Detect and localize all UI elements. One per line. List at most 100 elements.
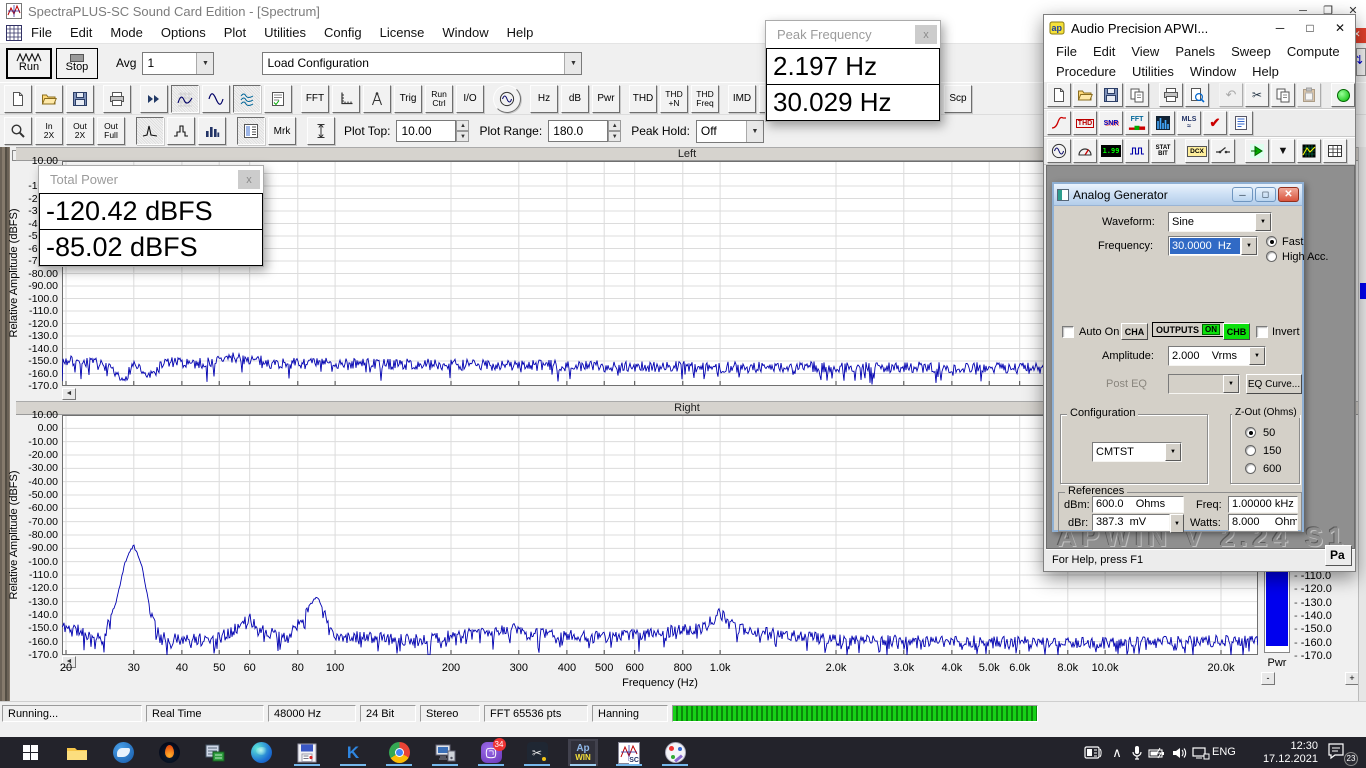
apwin-menu-file[interactable]: File: [1048, 43, 1085, 60]
taskbar-file-explorer[interactable]: [62, 739, 92, 766]
meter-zoom-out-button[interactable]: -: [1261, 672, 1275, 685]
z-out-150-radio[interactable]: [1245, 445, 1256, 456]
total-power-titlebar[interactable]: Total Power x: [39, 166, 263, 193]
close-button[interactable]: ✕: [1325, 16, 1355, 40]
close-icon[interactable]: x: [915, 25, 937, 44]
channel-b-button[interactable]: CHB: [1223, 323, 1250, 340]
ref-freq-input[interactable]: 1.00000 kHz: [1228, 496, 1298, 513]
dmm-button[interactable]: 1.99: [1099, 139, 1123, 163]
analog-generator-button[interactable]: [1047, 139, 1071, 163]
apwin-menu-edit[interactable]: Edit: [1085, 43, 1123, 60]
apwin-menu-procedure[interactable]: Procedure: [1048, 63, 1124, 80]
scope-button[interactable]: Scp: [944, 85, 972, 113]
tray-show-hidden-icons[interactable]: ∧: [1106, 737, 1128, 768]
apwin-menu-compute[interactable]: Compute: [1279, 43, 1348, 60]
taskbar-snipping-tool[interactable]: ✂: [522, 739, 552, 766]
fft-settings-button[interactable]: FFT: [301, 85, 329, 113]
close-icon[interactable]: x: [238, 170, 260, 189]
spectrum-panel-button[interactable]: [1151, 111, 1175, 135]
tray-widgets-icon[interactable]: [1082, 737, 1104, 768]
menu-utilities[interactable]: Utilities: [255, 23, 315, 42]
copy-button[interactable]: [1271, 83, 1295, 107]
units-db-button[interactable]: dB: [561, 85, 589, 113]
watts-input[interactable]: 8.000 Ohms: [1228, 514, 1298, 531]
sweep-stop-button[interactable]: ▼: [1271, 139, 1295, 163]
clipped-toolbar-button[interactable]: ⇅: [1356, 48, 1366, 76]
start-button[interactable]: [8, 737, 52, 768]
zoom-in-2x-button[interactable]: In2X: [35, 117, 63, 145]
amplitude-select[interactable]: 2.000 Vrms ▼: [1168, 346, 1266, 366]
menu-config[interactable]: Config: [315, 23, 371, 42]
maximize-button[interactable]: □: [1295, 16, 1325, 40]
plot-top-input-spinner[interactable]: ▲▼: [456, 120, 469, 142]
report-view-button[interactable]: [264, 85, 292, 113]
snr-panel-button[interactable]: SNR: [1099, 111, 1123, 135]
taskbar-aimp[interactable]: [154, 739, 184, 766]
marker-button[interactable]: Mrk: [268, 117, 296, 145]
dbr-input[interactable]: 387.3 mV: [1092, 514, 1170, 531]
minimize-button[interactable]: ─: [1232, 187, 1253, 202]
spectrogram-view-button[interactable]: [233, 85, 261, 113]
taskbar-thunderbird[interactable]: [108, 739, 138, 766]
data-editor-button[interactable]: [1323, 139, 1347, 163]
plot-range-input[interactable]: [548, 120, 608, 142]
new-file-button[interactable]: [4, 85, 32, 113]
digital-io-button[interactable]: [1125, 139, 1149, 163]
test-settings-button[interactable]: [1229, 111, 1253, 135]
apwin-titlebar[interactable]: ap Audio Precision APWI... ─ □ ✕: [1044, 15, 1355, 41]
imd-button[interactable]: IMD: [728, 85, 756, 113]
scaling-button[interactable]: [332, 85, 360, 113]
analog-generator-panel[interactable]: Analog Generator ─ ◻ ✕ Waveform: Sine ▼ …: [1052, 182, 1304, 532]
step-plot-button[interactable]: [167, 117, 195, 145]
apwin-window[interactable]: ap Audio Precision APWI... ─ □ ✕ FileEdi…: [1043, 14, 1356, 572]
menu-help[interactable]: Help: [498, 23, 543, 42]
eq-curve-button[interactable]: EQ Curve...: [1246, 374, 1302, 394]
peak-hold-select[interactable]: Off▼: [696, 120, 764, 143]
thd-freq-button[interactable]: THDFreq: [691, 85, 719, 113]
taskbar-k-app[interactable]: K: [338, 739, 368, 766]
thd-panel-button[interactable]: THD: [1073, 111, 1097, 135]
tray-clock[interactable]: 12:30 17.12.2021: [1246, 740, 1318, 766]
high-acc-radio[interactable]: [1266, 251, 1277, 262]
taskbar-system-tool[interactable]: [200, 739, 230, 766]
apwin-menu-window[interactable]: Window: [1182, 63, 1244, 80]
thd-button[interactable]: THD: [629, 85, 657, 113]
restore-button[interactable]: ◻: [1255, 187, 1276, 202]
zoom-out-2x-button[interactable]: Out2X: [66, 117, 94, 145]
tray-notifications-icon[interactable]: 23: [1326, 742, 1356, 764]
menu-file[interactable]: File: [22, 23, 61, 42]
menu-options[interactable]: Options: [152, 23, 215, 42]
total-power-window[interactable]: Total Power x -120.42 dBFS -85.02 dBFS: [38, 165, 264, 267]
taskbar-backup-tool[interactable]: [292, 739, 322, 766]
apwin-menu-utilities[interactable]: Utilities: [1124, 63, 1182, 80]
io-device-button[interactable]: I/O: [456, 85, 484, 113]
sweep-panel-button[interactable]: [1047, 111, 1071, 135]
amplitude-range-button[interactable]: [307, 117, 335, 145]
avg-select[interactable]: 1 ▼: [142, 52, 214, 75]
time-series-view-button[interactable]: [202, 85, 230, 113]
dbm-input[interactable]: 600.0 Ohms: [1092, 496, 1184, 513]
chevron-down-icon[interactable]: ▼: [1170, 514, 1184, 533]
plot-options-button[interactable]: [237, 117, 265, 145]
taskbar-paint[interactable]: [660, 739, 690, 766]
menu-license[interactable]: License: [371, 23, 434, 42]
spectrum-view-button[interactable]: [171, 85, 199, 113]
z-out-600-radio[interactable]: [1245, 463, 1256, 474]
zoom-out-full-button[interactable]: OutFull: [97, 117, 125, 145]
graph-button[interactable]: [1297, 139, 1321, 163]
run-control-button[interactable]: RunCtrl: [425, 85, 453, 113]
waveform-select[interactable]: Sine ▼: [1168, 212, 1272, 232]
save-all-button[interactable]: [1125, 83, 1149, 107]
taskbar-spectraplus[interactable]: SC: [614, 739, 644, 766]
save-test-button[interactable]: [1099, 83, 1123, 107]
apwin-menu-sweep[interactable]: Sweep: [1223, 43, 1279, 60]
close-button[interactable]: ✕: [1278, 187, 1299, 202]
pa-tab[interactable]: Pa: [1325, 545, 1352, 566]
taskbar-hardware-info[interactable]: [430, 739, 460, 766]
apwin-menu-help[interactable]: Help: [1244, 63, 1287, 80]
frequency-select[interactable]: 30.0000 Hz ▼: [1168, 236, 1258, 256]
switcher-button[interactable]: [1211, 139, 1235, 163]
status-bits-button[interactable]: STATBIT: [1151, 139, 1175, 163]
run-button[interactable]: Run: [6, 48, 52, 79]
analyzer-button[interactable]: [1073, 139, 1097, 163]
